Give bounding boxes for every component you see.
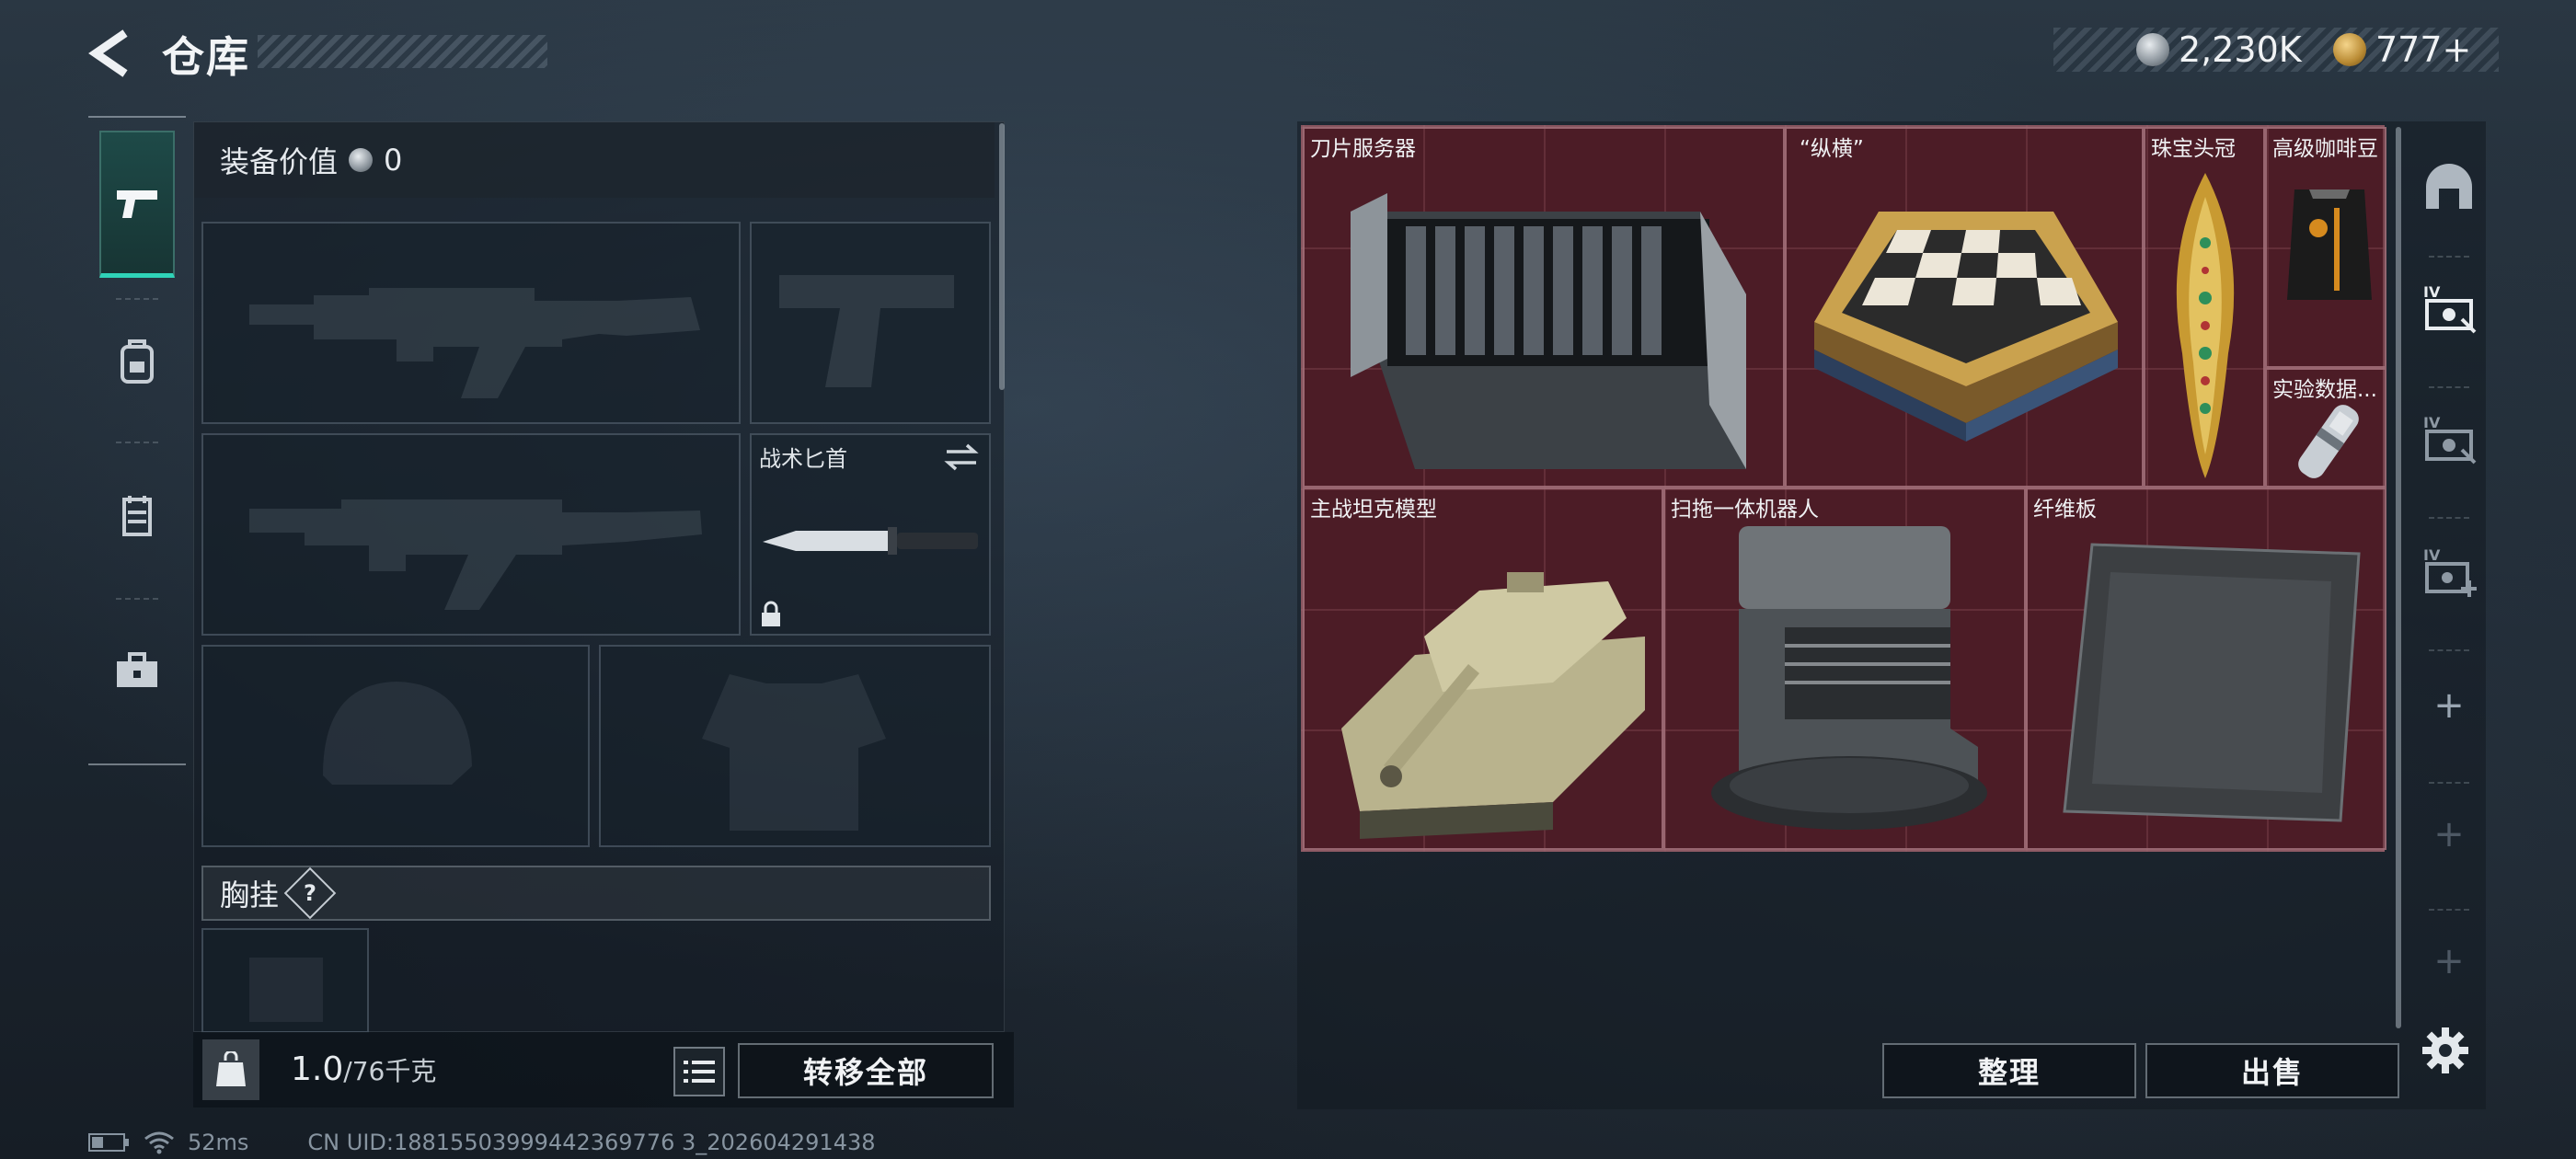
- case-icon: IV: [2423, 414, 2477, 465]
- add-container-slot-2[interactable]: +: [2410, 793, 2488, 876]
- transfer-all-button[interactable]: 转移全部: [738, 1043, 994, 1098]
- wifi-icon: [144, 1131, 174, 1154]
- case-icon: IV: [2423, 283, 2477, 334]
- tactical-knife-slot[interactable]: 战术匕首: [750, 433, 991, 636]
- tank-model-icon: [1341, 572, 1645, 839]
- chest-rig-slot[interactable]: [201, 928, 369, 1033]
- silver-coin-icon: [2136, 33, 2169, 66]
- page-title: 仓库: [162, 32, 250, 82]
- gear-icon[interactable]: [2421, 1027, 2469, 1074]
- case-add-icon: IV: [2423, 546, 2477, 597]
- weight-icon: [216, 1051, 246, 1086]
- stash-item-robot-vacuum[interactable]: 扫拖一体机器人: [1663, 488, 2026, 850]
- primary-weapon-slot[interactable]: [201, 222, 741, 424]
- helmet-slot[interactable]: [201, 645, 590, 847]
- jeweled-crown-icon: [2176, 173, 2235, 478]
- add-container-slot-1[interactable]: +: [2410, 664, 2488, 747]
- silver-amount: 2,230K: [2179, 29, 2302, 70]
- stash-item-fiberboard[interactable]: 纤维板: [2026, 488, 2386, 850]
- list-icon: [684, 1061, 715, 1083]
- equipment-value-label: 装备价值: [220, 144, 339, 179]
- stash-item-coffee-beans[interactable]: 高级咖啡豆: [2265, 127, 2386, 368]
- rifle-silhouette-icon: [249, 499, 702, 610]
- add-container-slot-3[interactable]: +: [2410, 920, 2488, 1003]
- backpack-weight-button[interactable]: [202, 1039, 259, 1100]
- secondary-weapon-slot[interactable]: [201, 433, 741, 636]
- helmet-icon: [2426, 164, 2472, 209]
- container-tab-case-1[interactable]: IV: [2410, 267, 2488, 350]
- chest-rig-header: 胸挂 ?: [201, 866, 991, 921]
- rifle-silhouette-icon: [249, 288, 700, 398]
- sort-button[interactable]: 整理: [1882, 1043, 2136, 1098]
- svg-text:IV: IV: [2423, 283, 2441, 301]
- silver-coin-icon: [349, 148, 374, 172]
- stash-item-blade-server[interactable]: 刀片服务器: [1303, 127, 1785, 488]
- help-icon[interactable]: ?: [283, 866, 337, 920]
- combat-knife-icon: [763, 527, 978, 555]
- weight-capacity: /76千克: [343, 1056, 437, 1086]
- equipment-scrollbar[interactable]: [999, 123, 1005, 390]
- battery-icon: [88, 1133, 129, 1152]
- data-capsule-icon: [2298, 405, 2359, 478]
- coffee-bag-icon: [2287, 189, 2372, 300]
- pistol-icon: [117, 189, 157, 218]
- body-armor-slot[interactable]: [599, 645, 991, 847]
- stash-item-tank-model[interactable]: 主战坦克模型: [1303, 488, 1663, 850]
- tab-weapons[interactable]: [99, 131, 175, 278]
- chess-set-icon: [1814, 212, 2118, 442]
- armor-silhouette-icon: [702, 674, 886, 831]
- uid-readout: CN UID:18815503999442369776 3_2026042914…: [307, 1130, 876, 1155]
- svg-text:IV: IV: [2423, 414, 2441, 431]
- stash-item-jeweled-crown[interactable]: 珠宝头冠: [2144, 127, 2265, 488]
- tab-armor[interactable]: [99, 442, 175, 589]
- list-view-button[interactable]: [673, 1047, 725, 1096]
- weight-bar: 1.0/76千克 转移全部: [193, 1032, 1014, 1107]
- container-tab-case-2[interactable]: IV: [2410, 397, 2488, 480]
- blade-server-icon: [1351, 193, 1746, 469]
- pistol-slot[interactable]: [750, 222, 991, 424]
- pistol-silhouette-icon: [779, 275, 954, 387]
- stash-item-chess-set[interactable]: “纵横”: [1785, 127, 2144, 488]
- stash-item-experiment-data[interactable]: 实验数据...: [2265, 368, 2386, 488]
- container-tab-stash[interactable]: [2410, 145, 2488, 228]
- weight-readout: 1.0/76千克: [291, 1050, 436, 1088]
- gold-amount: 777+: [2375, 29, 2472, 70]
- svg-text:IV: IV: [2423, 546, 2441, 564]
- tab-tools[interactable]: [99, 596, 175, 743]
- title-decoration: [258, 35, 547, 68]
- knife-slot-label: 战术匕首: [759, 446, 847, 472]
- silver-currency[interactable]: 2,230K: [2136, 28, 2302, 72]
- gold-coin-icon: [2333, 33, 2366, 66]
- toolbox-icon: [117, 652, 157, 687]
- ping-readout: 52ms: [188, 1130, 249, 1155]
- gold-currency[interactable]: 777+: [2333, 28, 2471, 72]
- chest-rig-label: 胸挂: [220, 878, 280, 912]
- stash-grid: 刀片服务器 “纵横” 珠宝头冠 高级咖啡豆 实验数据... 主战坦克模型 扫拖一…: [1301, 125, 2386, 852]
- category-bar: [88, 116, 186, 765]
- chest-rig-silhouette-icon: [249, 958, 323, 1022]
- carbon-fiber-board-icon: [2063, 543, 2361, 822]
- equipment-value: 0: [384, 143, 403, 178]
- back-arrow-icon[interactable]: [85, 28, 136, 79]
- swap-icon[interactable]: [943, 442, 980, 472]
- equipment-value-header: 装备价值 0: [194, 122, 995, 198]
- lock-icon: [762, 601, 780, 626]
- stash-scrollbar[interactable]: [2396, 127, 2401, 1028]
- sell-button[interactable]: 出售: [2145, 1043, 2399, 1098]
- robot-vacuum-icon: [1711, 526, 1987, 830]
- weight-current: 1.0: [291, 1050, 344, 1088]
- tab-backpack[interactable]: [99, 287, 175, 434]
- helmet-silhouette-icon: [323, 682, 472, 785]
- armor-vest-icon: [122, 496, 152, 536]
- status-bar: 52ms CN UID:18815503999442369776 3_20260…: [88, 1130, 876, 1155]
- container-tab-case-add[interactable]: IV: [2410, 530, 2488, 613]
- equipment-panel: 装备价值 0 战术匕首 胸挂 ?: [193, 121, 1005, 1033]
- backpack-icon: [121, 339, 154, 384]
- container-sidebar: IV IV IV + + +: [2410, 121, 2488, 1109]
